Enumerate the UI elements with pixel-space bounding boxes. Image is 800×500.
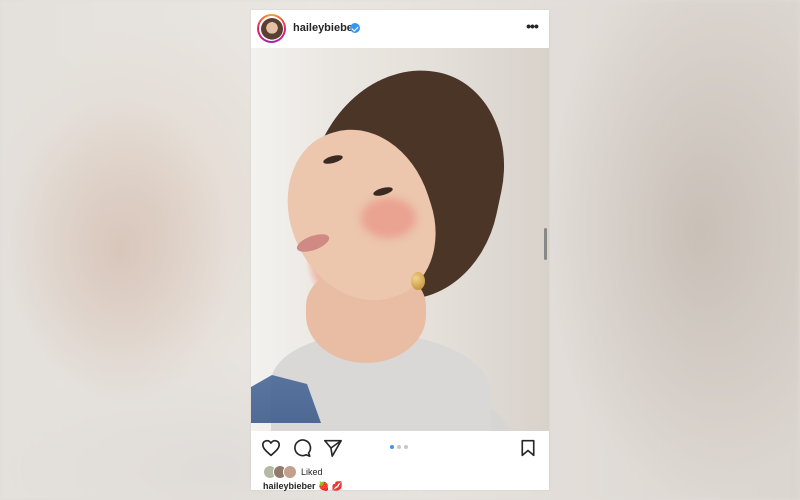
caption-username[interactable]: haileybieber	[263, 481, 316, 491]
heart-icon[interactable]	[261, 439, 281, 457]
bookmark-icon[interactable]	[519, 439, 539, 457]
carousel-indicator	[390, 445, 408, 451]
post-photo[interactable]	[251, 48, 549, 431]
photo-cheek	[361, 198, 416, 238]
instagram-post-card: haileybieber ••• Liked haileybieber 🍓 💋	[251, 10, 549, 492]
liked-label: Liked	[301, 467, 323, 477]
scrollbar[interactable]	[544, 228, 547, 260]
post-actions-bar	[251, 431, 549, 465]
caption-text: 🍓 💋	[318, 481, 343, 491]
photo-earring	[411, 272, 425, 290]
liked-by-row[interactable]: Liked	[263, 465, 323, 479]
more-options-icon[interactable]: •••	[525, 19, 539, 35]
share-icon[interactable]	[323, 439, 343, 457]
avatar-image	[260, 17, 283, 40]
post-header: haileybieber •••	[251, 10, 549, 48]
carousel-dot-active	[390, 445, 394, 449]
liker-avatar	[283, 465, 297, 479]
post-caption: haileybieber 🍓 💋	[263, 481, 343, 492]
carousel-dot	[397, 445, 401, 449]
post-username[interactable]: haileybieber	[293, 22, 357, 34]
profile-avatar[interactable]	[257, 14, 286, 43]
comment-icon[interactable]	[292, 439, 312, 457]
carousel-dot	[404, 445, 408, 449]
verified-badge-icon	[350, 23, 360, 33]
